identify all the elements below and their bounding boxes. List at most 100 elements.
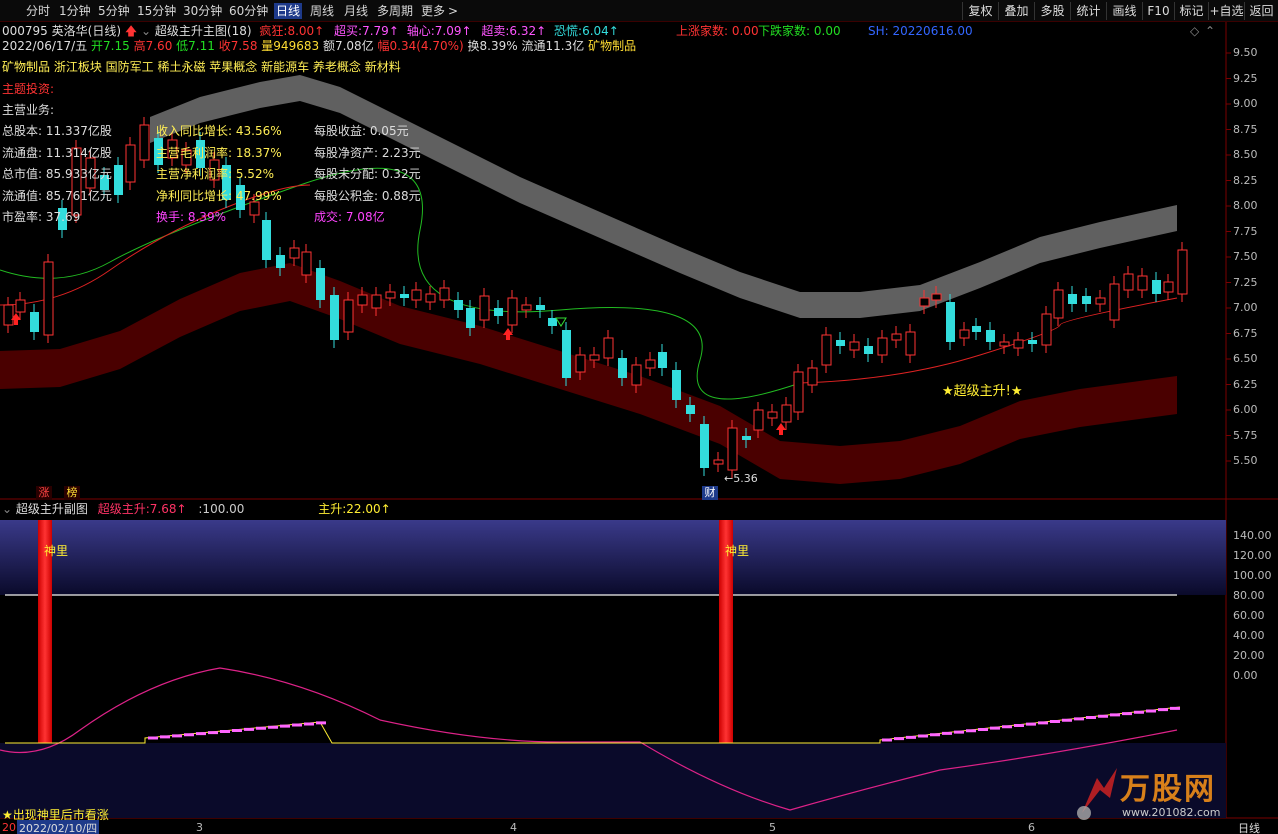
collapse-icon[interactable]: ⌃ [1205,24,1215,38]
price-axis-tick: 6.50 [1233,352,1258,365]
candle-body [536,305,545,310]
candle-body [793,371,804,413]
down-count: 下跌家数: 0.00 [758,22,841,40]
eps: 每股收益: 0.05元 [314,124,409,138]
candle-body [343,299,354,333]
up-count-label: 上涨家数: [676,24,729,38]
watermark-text: 万股网 [1120,772,1216,807]
candle-body [713,459,724,465]
sell-arrow-icon [555,317,567,327]
sub-axis-tick: 140.00 [1233,529,1272,542]
axis-label: 轴心: [406,24,435,38]
super-rise-signal: ★超级主升!★ [942,384,1023,399]
sub-chart-title[interactable]: 超级主升副图 [16,502,88,516]
candle-body [986,330,995,342]
candle-body [658,352,667,368]
sh-value: 20220616.00 [892,24,973,38]
period-label: (日线) [87,24,122,38]
candle-body [972,326,981,332]
stock-chart-app: 分时 1分钟 5分钟 15分钟 30分钟 60分钟 日线 周线 月线 多周期 更… [0,0,1278,834]
candle-body [330,295,339,340]
sub-black-box [5,595,1177,743]
candle-body [3,304,14,326]
up-count: 上涨家数: 0.00 [676,22,759,40]
candle-body [781,404,792,423]
sub-axis-tick: 60.00 [1233,609,1265,622]
price-axis-tick: 6.00 [1233,403,1258,416]
chevron-down-icon[interactable]: ⌄ [2,502,12,516]
sub-axis-tick: 120.00 [1233,549,1272,562]
axis-value: 7.09 [434,24,462,38]
sub-bg-top [0,520,1226,595]
theme-investment-label: 主题投资: [2,82,55,96]
total-shares: 总股本: 11.337亿股 [2,124,112,138]
price-axis-tick: 8.50 [1233,148,1258,161]
quote-line: 2022/06/17/五 开7.15 高7.60 低7.11 收7.58 量94… [2,37,636,55]
turnover-rate: 换手: 8.39% [156,210,226,224]
candle-body [507,297,518,326]
shenli-signal-2: 神里 [725,544,750,558]
quote-change: 幅0.34(4.70%) [377,39,464,53]
stock-code: 000795 [2,24,48,38]
x-axis-date: 2022/02/10/四 [17,820,100,834]
chevron-down-icon[interactable]: ⌄ [141,24,151,38]
diamond-icon[interactable]: ◇ [1190,24,1199,38]
undistributed-per-share: 每股未分配: 0.32元 [314,167,421,181]
red-band [0,263,1177,484]
candle-body [836,340,845,346]
price-axis-tick: 7.00 [1233,301,1258,314]
indicator-name[interactable]: 超级主升主图(18) [155,24,252,38]
candle-body [425,293,436,303]
quote-amount: 额7.08亿 [322,39,374,53]
candle-body [905,331,916,356]
candle-body [727,427,738,471]
finance-badge[interactable]: 财 [702,486,718,500]
x-axis-month-3: 3 [196,821,203,834]
down-count-value: 0.00 [813,24,841,38]
candle-body [877,337,888,356]
panic-label: 恐慌: [554,24,583,38]
candle-body [849,341,860,351]
super-sell-label: 超卖: [481,24,510,38]
candle-body [618,358,627,378]
limit-up-badge[interactable]: 涨 [36,486,52,500]
sub-chart-header: ⌄ 超级主升副图 超级主升:7.68↑ :100.00 主升:22.00↑ [2,502,391,516]
candle-body [1068,294,1077,304]
candle-body [1013,339,1024,349]
candle-body [864,346,873,354]
pe-ratio: 市盈率: 37.69 [2,210,81,224]
rank-badge[interactable]: 榜 [64,486,80,500]
sh-index: SH: 20220616.00 [868,22,973,40]
super-buy-label: 超买: [334,24,363,38]
candle-body [454,300,463,310]
candle-body [385,291,396,299]
down-count-label: 下跌家数: [758,24,811,38]
candle-body [1109,283,1120,321]
reserve-per-share: 每股公积金: 0.88元 [314,189,421,203]
candle-body [672,370,681,400]
price-axis-tick: 6.75 [1233,326,1258,340]
candle-body [919,297,930,307]
sub-axis-tick: 0.00 [1233,669,1258,682]
main-rise-label: 主升: [318,502,347,516]
price-axis-tick: 5.50 [1233,454,1258,467]
candle-body [466,308,475,328]
sub-axis-tick: 100.00 [1233,569,1272,582]
candle-body [15,299,26,313]
bvps: 每股净资产: 2.23元 [314,146,421,160]
price-axis-tick: 9.25 [1233,71,1258,85]
candle-body [603,337,614,359]
price-axis-tick: 6.25 [1233,377,1258,391]
candle-body [575,354,586,373]
buy-arrow-icon [776,423,786,435]
quote-open: 开7.15 [91,39,130,53]
candle-body [114,165,123,195]
quote-high: 高7.60 [133,39,173,53]
candle-body [1041,313,1052,346]
super-buy-value: 7.79 [362,24,389,38]
candle-body [631,364,642,386]
stock-name: 英洛华 [51,24,88,38]
main-business-label: 主营业务: [2,103,55,117]
candle-body [1137,275,1148,291]
price-axis-tick: 9.50 [1233,46,1258,59]
